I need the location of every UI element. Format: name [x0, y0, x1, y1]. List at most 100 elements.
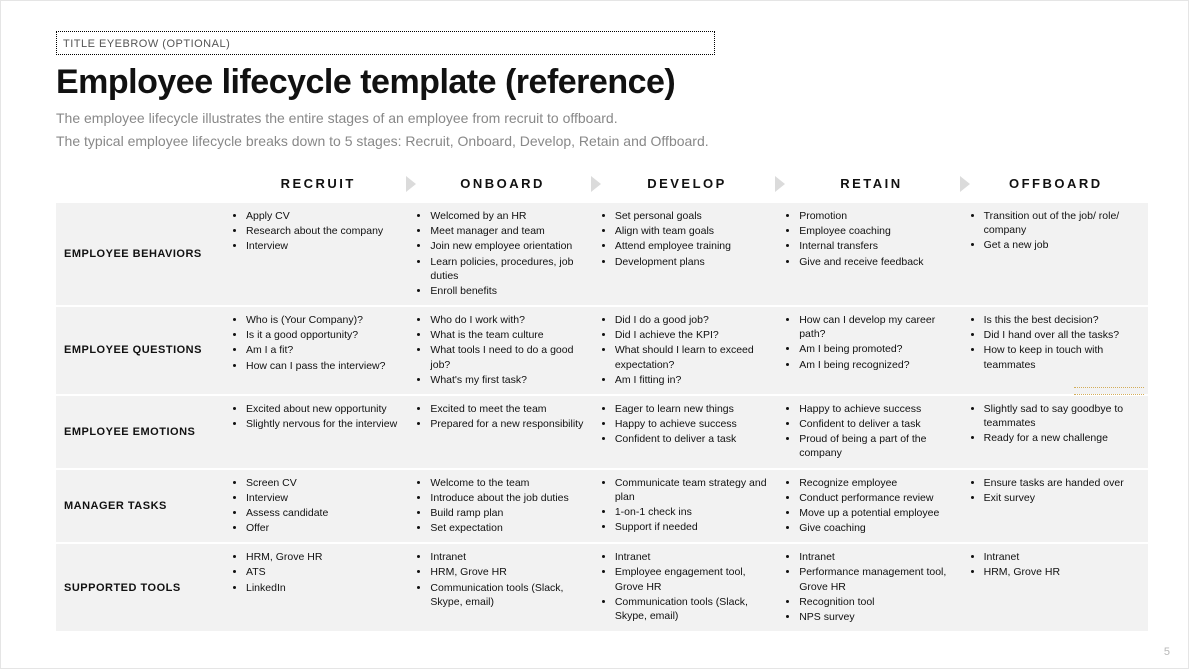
table-cell: Who is (Your Company)?Is it a good oppor… [226, 307, 410, 394]
row-label: SUPPORTED TOOLS [56, 544, 226, 631]
bullet-list: Set personal goalsAlign with team goalsA… [599, 209, 773, 269]
list-item: Interview [246, 491, 404, 505]
table-cell: Did I do a good job?Did I achieve the KP… [595, 307, 779, 394]
list-item: How can I pass the interview? [246, 359, 404, 373]
bullet-list: Apply CVResearch about the companyInterv… [230, 209, 404, 254]
list-item: ATS [246, 565, 404, 579]
list-item: Did I do a good job? [615, 313, 773, 327]
list-item: Screen CV [246, 476, 404, 490]
list-item: Enroll benefits [430, 284, 588, 298]
list-item: What tools I need to do a good job? [430, 343, 588, 371]
subtitle-line-1: The employee lifecycle illustrates the e… [56, 108, 1148, 129]
list-item: How can I develop my career path? [799, 313, 957, 341]
table-cell: How can I develop my career path? Am I be… [779, 307, 963, 394]
bullet-list: Transition out of the job/ role/ company… [968, 209, 1142, 253]
stage-label: OFFBOARD [1009, 176, 1103, 191]
list-item: Am I being recognized? [799, 358, 957, 372]
table-cell: Apply CVResearch about the companyInterv… [226, 203, 410, 305]
stage-develop: DEVELOP [595, 172, 779, 195]
list-item: Who do I work with? [430, 313, 588, 327]
table-cell: Welcome to the teamIntroduce about the j… [410, 470, 594, 543]
table-row: MANAGER TASKSScreen CVInterviewAssess ca… [56, 470, 1148, 543]
list-item: Support if needed [615, 520, 773, 534]
bullet-list: HRM, Grove HRATSLinkedIn [230, 550, 404, 595]
list-item: Interview [246, 239, 404, 253]
list-item: HRM, Grove HR [430, 565, 588, 579]
list-item: Move up a potential employee [799, 506, 957, 520]
table-cell: Screen CVInterviewAssess candidateOffer [226, 470, 410, 543]
bullet-list: IntranetPerformance management tool, Gro… [783, 550, 957, 624]
table-cell: Excited about new opportunitySlightly ne… [226, 396, 410, 468]
stage-label: RECRUIT [281, 176, 356, 191]
slide: TITLE EYEBROW (OPTIONAL) Employee lifecy… [0, 0, 1189, 669]
list-item: Happy to achieve success [615, 417, 773, 431]
table-cell: Set personal goalsAlign with team goalsA… [595, 203, 779, 305]
list-item: Did I hand over all the tasks? [984, 328, 1142, 342]
bullet-list: IntranetEmployee engagement tool, Grove … [599, 550, 773, 623]
list-item: Internal transfers [799, 239, 957, 253]
table-cell: Welcomed by an HRMeet manager and teamJo… [410, 203, 594, 305]
list-item: Proud of being a part of the company [799, 432, 957, 460]
list-item: Build ramp plan [430, 506, 588, 520]
list-item: Transition out of the job/ role/ company [984, 209, 1142, 237]
bullet-list: Did I do a good job?Did I achieve the KP… [599, 313, 773, 387]
list-item: Welcomed by an HR [430, 209, 588, 223]
stage-retain: RETAIN [779, 172, 963, 195]
row-label: EMPLOYEE EMOTIONS [56, 396, 226, 468]
list-item: Recognition tool [799, 595, 957, 609]
bullet-list: IntranetHRM, Grove HR Communication tools… [414, 550, 588, 609]
bullet-list: Excited about new opportunitySlightly ne… [230, 402, 404, 431]
table-cell: Ensure tasks are handed overExit survey [964, 470, 1148, 543]
title-main: Employee lifecycle template [56, 63, 505, 101]
stage-label: ONBOARD [460, 176, 545, 191]
table-cell: Eager to learn new thingsHappy to achiev… [595, 396, 779, 468]
bullet-list: Recognize employeeConduct performance re… [783, 476, 957, 536]
table-cell: IntranetHRM, Grove HR [964, 544, 1148, 631]
table-row: SUPPORTED TOOLSHRM, Grove HRATSLinkedInI… [56, 544, 1148, 631]
list-item: Eager to learn new things [615, 402, 773, 416]
list-item: Excited to meet the team [430, 402, 588, 416]
list-item: Ready for a new challenge [984, 431, 1142, 445]
bullet-list: Welcome to the teamIntroduce about the j… [414, 476, 588, 536]
list-item: Intranet [615, 550, 773, 564]
row-label: EMPLOYEE QUESTIONS [56, 307, 226, 394]
list-item: Research about the company [246, 224, 404, 238]
list-item: Align with team goals [615, 224, 773, 238]
list-item: Intranet [430, 550, 588, 564]
table-cell: Recognize employeeConduct performance re… [779, 470, 963, 543]
stage-label: DEVELOP [647, 176, 727, 191]
page-title: Employee lifecycle template (reference) [56, 63, 1148, 102]
table-cell: Who do I work with?What is the team cult… [410, 307, 594, 394]
list-item: Ensure tasks are handed over [984, 476, 1142, 490]
bullet-list: Welcomed by an HRMeet manager and teamJo… [414, 209, 588, 298]
eyebrow-text: TITLE EYEBROW (OPTIONAL) [63, 38, 230, 50]
table-cell: HRM, Grove HRATSLinkedIn [226, 544, 410, 631]
stage-label: RETAIN [840, 176, 902, 191]
list-item: Give and receive feedback [799, 255, 957, 269]
row-label: MANAGER TASKS [56, 470, 226, 543]
decorative-dotted-box [1074, 387, 1144, 395]
list-item: Join new employee orientation [430, 239, 588, 253]
table-cell: IntranetPerformance management tool, Gro… [779, 544, 963, 631]
list-item: What's my first task? [430, 373, 588, 387]
bullet-list: Is this the best decision?Did I hand ove… [968, 313, 1142, 372]
list-item: Communicate team strategy and plan [615, 476, 773, 504]
list-item: Offer [246, 521, 404, 535]
list-item: Introduce about the job duties [430, 491, 588, 505]
bullet-list: Excited to meet the teamPrepared for a n… [414, 402, 588, 431]
list-item: Set personal goals [615, 209, 773, 223]
list-item: Recognize employee [799, 476, 957, 490]
stage-recruit: RECRUIT [226, 172, 410, 195]
table-cell: IntranetHRM, Grove HR Communication tools… [410, 544, 594, 631]
bullet-list: Communicate team strategy and plan1-on-1… [599, 476, 773, 535]
list-item: Performance management tool, Grove HR [799, 565, 957, 593]
list-item: Get a new job [984, 238, 1142, 252]
bullet-list: Slightly sad to say goodbye to teammates… [968, 402, 1142, 446]
lifecycle-table: EMPLOYEE BEHAVIORSApply CVResearch about… [56, 203, 1148, 631]
list-item: Communication tools (Slack, Skype, email… [430, 581, 588, 609]
table-row: EMPLOYEE BEHAVIORSApply CVResearch about… [56, 203, 1148, 305]
list-item: Learn policies, procedures, job duties [430, 255, 588, 283]
list-item: Intranet [984, 550, 1142, 564]
list-item: HRM, Grove HR [246, 550, 404, 564]
stage-header-spacer [56, 172, 226, 195]
